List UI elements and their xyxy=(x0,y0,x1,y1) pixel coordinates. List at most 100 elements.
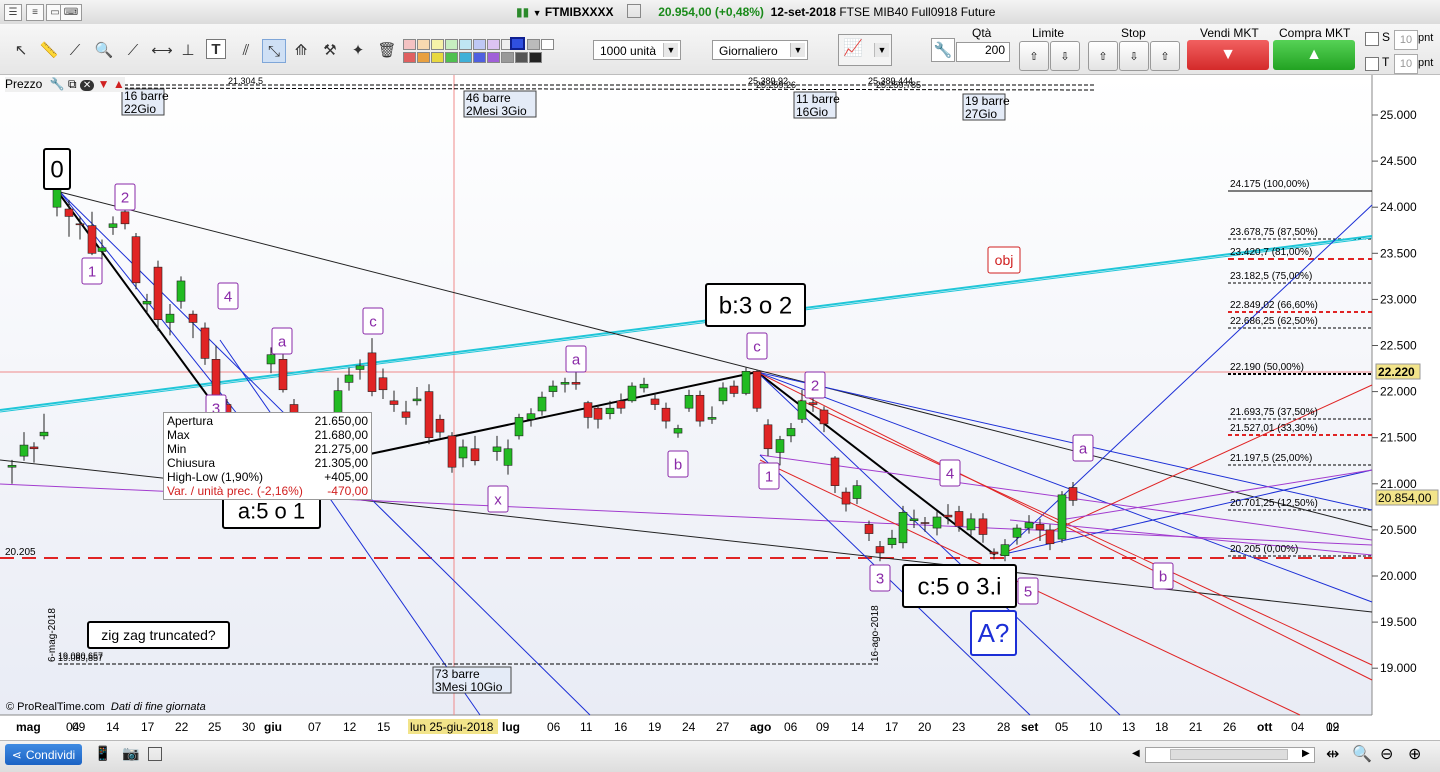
candle-up xyxy=(548,385,558,392)
qty-input[interactable]: 200 xyxy=(956,42,1010,62)
pattern-icon[interactable]: ✦ xyxy=(347,39,369,61)
measure-tiny-label: 21.304,5 xyxy=(228,76,263,86)
s-points-input[interactable]: 10 xyxy=(1394,30,1418,50)
date-tick-label: 21 xyxy=(1189,720,1203,734)
color-palette[interactable] xyxy=(403,37,583,65)
zoom-in-icon[interactable]: ⊕ xyxy=(1408,744,1421,764)
list-icon[interactable]: ≡ xyxy=(26,4,44,21)
ohlc-max-label: Max xyxy=(167,428,190,442)
measure-tiny-label: 19.089,857 xyxy=(58,653,103,663)
ohlc-min-label: Min xyxy=(167,442,187,456)
order-settings-icon[interactable]: 🔧 xyxy=(931,38,955,62)
ohlc-close-value: 21.305,00 xyxy=(314,456,368,470)
limit-buy-button[interactable]: ⇧ xyxy=(1019,41,1049,71)
fib-level-label: 22.686,25 (62,50%) xyxy=(1230,316,1318,327)
sell-mkt-button[interactable]: ▼ xyxy=(1187,40,1269,70)
scroll-left-icon[interactable]: ◀ xyxy=(1132,748,1140,759)
scrollbar-thumb[interactable] xyxy=(1170,749,1288,760)
date-tick-label: 14 xyxy=(106,720,120,734)
candle-down xyxy=(571,382,581,385)
candle-up xyxy=(266,354,276,365)
share-label: Condividi xyxy=(25,747,76,762)
ohlc-var-label: Var. / unità prec. (-2,16%) xyxy=(167,484,303,498)
menu-icon[interactable]: ☰ xyxy=(4,4,22,21)
candle-up xyxy=(775,439,785,453)
expand-icon[interactable]: ⧉ xyxy=(68,77,77,91)
candle-down xyxy=(75,223,85,226)
ohlc-min-value: 21.275,00 xyxy=(314,442,368,456)
symbol-name[interactable]: FTMIBXXXX xyxy=(545,5,614,19)
chart-scrollbar[interactable] xyxy=(1145,747,1315,763)
zoom-icon[interactable]: 🔍 xyxy=(93,39,115,61)
candle-up xyxy=(458,446,468,459)
ruler-icon[interactable]: 📏 xyxy=(38,39,60,61)
limit-sell-button[interactable]: ⇩ xyxy=(1050,41,1080,71)
candle-down xyxy=(29,446,39,450)
move-up-icon[interactable]: ▲ xyxy=(113,77,125,91)
share-button[interactable]: ⋖ Condividi xyxy=(5,744,82,765)
bar-count-bars: 19 barre xyxy=(965,94,1010,108)
keyboard-icon[interactable]: ⌨ xyxy=(60,4,82,21)
fib-level-label: 23.678,75 (87,50%) xyxy=(1230,227,1318,238)
candle-down xyxy=(978,518,988,535)
trash-icon[interactable]: 🗑 xyxy=(376,39,398,61)
pointer-icon[interactable]: ↖ xyxy=(10,39,32,61)
phone-icon[interactable]: 📱 xyxy=(94,745,111,762)
qty-label: Qtà xyxy=(972,26,992,40)
candle-up xyxy=(412,398,422,402)
candle-down xyxy=(435,418,445,433)
indicators-button[interactable]: 📈 ▼ xyxy=(838,34,892,66)
close-panel-icon[interactable]: ✕ xyxy=(79,80,95,91)
candle-down xyxy=(1068,487,1078,501)
zoom-fit-icon[interactable]: ⇹ xyxy=(1326,744,1339,764)
date-tick-label: 11 xyxy=(580,720,593,734)
t-checkbox[interactable] xyxy=(1365,57,1379,71)
t-points-input[interactable]: 10 xyxy=(1394,54,1418,74)
chart-type-icon[interactable]: ▮▮ xyxy=(516,5,529,19)
horizontal-line-icon[interactable]: ⟷ xyxy=(151,39,173,61)
fibonacci-icon[interactable]: ⤡ xyxy=(262,39,286,63)
units-select[interactable]: 1000 unità ▼ xyxy=(593,40,681,60)
price-tick-label: 25.000 xyxy=(1380,108,1417,122)
candle-up xyxy=(165,313,175,323)
share-icon: ⋖ xyxy=(11,747,22,762)
toggle-panel-icon[interactable] xyxy=(148,747,162,761)
text-tool-icon[interactable]: T xyxy=(206,39,226,59)
candle-up xyxy=(966,518,976,531)
zoom-out-icon[interactable]: ⊖ xyxy=(1380,744,1393,764)
price-chart[interactable]: 24.175 (100,00%) 23.678,75 (87,50%) 23.420… xyxy=(0,75,1440,740)
stop-extra-button[interactable]: ⇧ xyxy=(1150,41,1180,71)
channel-icon[interactable]: ⫽ xyxy=(235,39,257,61)
screenshot-icon[interactable]: 📷 xyxy=(122,745,139,762)
date-tick-label: 30 xyxy=(242,720,256,734)
candle-down xyxy=(875,546,885,554)
stop-buy-button[interactable]: ⇧ xyxy=(1088,41,1118,71)
gann-icon[interactable]: ⚒ xyxy=(319,39,341,61)
price-tick-label: 21.500 xyxy=(1380,431,1417,445)
s-checkbox[interactable] xyxy=(1365,32,1379,46)
date-tick-label: 06 xyxy=(547,720,561,734)
symbol-dropdown-icon[interactable]: ▼ xyxy=(533,8,542,18)
fib-level-label: 21.527,01 (33,30%) xyxy=(1230,423,1318,434)
date-tick-label: 04 xyxy=(1291,720,1305,734)
trendline-icon[interactable]: ⟋ xyxy=(122,39,144,61)
buy-mkt-button[interactable]: ▲ xyxy=(1273,40,1355,70)
period-select[interactable]: Giornaliero ▼ xyxy=(712,40,808,60)
zoom-reset-icon[interactable]: 🔍 xyxy=(1352,744,1372,764)
stop-sell-button[interactable]: ⇩ xyxy=(1119,41,1149,71)
candle-down xyxy=(367,352,377,392)
candle-down xyxy=(819,409,829,425)
data-note: Dati di fine giornata xyxy=(110,701,206,713)
wrench-icon[interactable]: 🔧 xyxy=(50,77,65,91)
candle-down xyxy=(153,266,163,320)
measure-icon[interactable]: ⟋ xyxy=(64,39,86,61)
crosshair-price-tag: 22.220 xyxy=(1378,365,1415,379)
fan-icon[interactable]: ⟰ xyxy=(290,39,312,61)
date-tick-label: 09 xyxy=(72,720,86,734)
info-icon[interactable] xyxy=(626,4,641,18)
move-down-icon[interactable]: ▼ xyxy=(98,77,110,91)
candle-up xyxy=(142,300,152,305)
bar-count-bars: 16 barre xyxy=(124,89,169,103)
scroll-right-icon[interactable]: ▶ xyxy=(1302,748,1310,759)
vertical-line-icon[interactable]: ⊥ xyxy=(177,39,199,61)
